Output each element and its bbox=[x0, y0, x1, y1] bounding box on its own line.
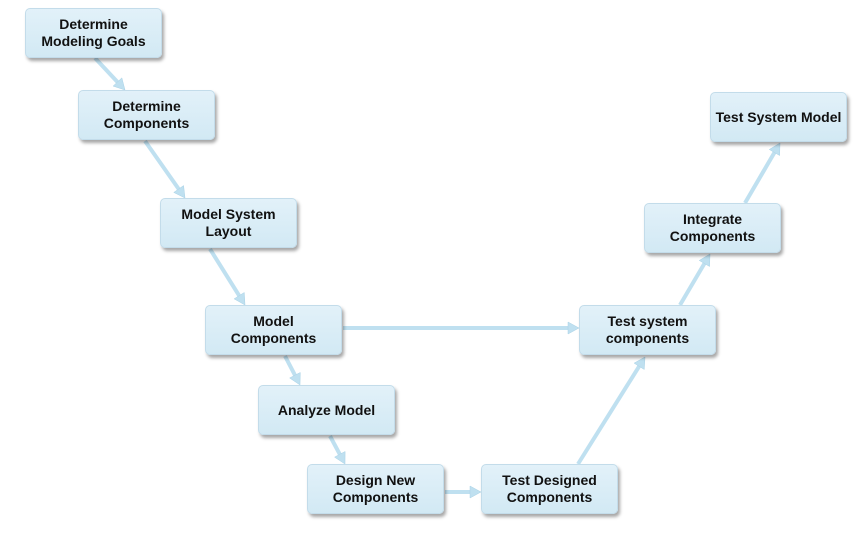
arrows-layer bbox=[93, 56, 781, 499]
node-test-system-model: Test System Model bbox=[710, 92, 847, 142]
arrow-integrate-to-testmodel bbox=[743, 142, 781, 205]
arrow-model-to-analyze bbox=[283, 355, 301, 386]
node-determine-modeling-goals: Determine Modeling Goals bbox=[25, 8, 162, 58]
node-model-components: Model Components bbox=[205, 305, 342, 355]
arrow-design-to-testdesigned bbox=[445, 485, 482, 499]
arrow-layout-to-model bbox=[208, 247, 246, 306]
node-determine-components: Determine Components bbox=[78, 90, 215, 140]
arrow-components-to-layout bbox=[143, 139, 186, 199]
arrow-goals-to-components bbox=[93, 56, 126, 91]
arrow-model-to-testsys bbox=[343, 321, 580, 335]
node-test-system-components: Test system components bbox=[579, 305, 716, 355]
node-integrate-components: Integrate Components bbox=[644, 203, 781, 253]
node-design-new-components: Design New Components bbox=[307, 464, 444, 514]
arrow-testdesigned-to-testsys bbox=[576, 356, 646, 466]
arrow-analyze-to-design bbox=[328, 435, 346, 465]
node-test-designed-components: Test Designed Components bbox=[481, 464, 618, 514]
arrow-testsys-to-integrate bbox=[678, 253, 711, 307]
node-analyze-model: Analyze Model bbox=[258, 385, 395, 435]
node-model-system-layout: Model System Layout bbox=[160, 198, 297, 248]
